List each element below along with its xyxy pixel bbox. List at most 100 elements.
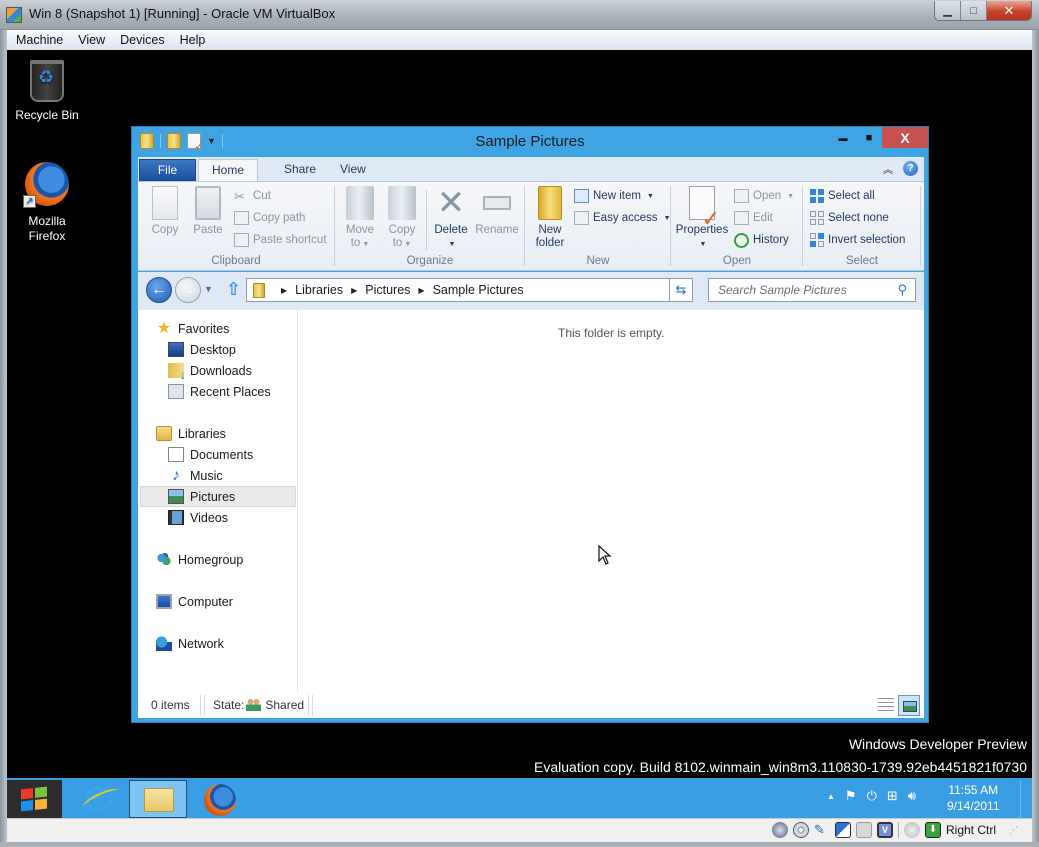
network-tray-icon[interactable]: ⊞: [887, 788, 898, 804]
edit-button[interactable]: Edit: [734, 208, 773, 228]
volume-icon[interactable]: 🔊︎: [908, 788, 916, 804]
vbox-maximize-button[interactable]: □: [961, 1, 987, 20]
nav-libraries[interactable]: Libraries: [156, 423, 226, 444]
hard-disk-icon[interactable]: [771, 822, 788, 838]
nav-music[interactable]: ♪ Music: [168, 465, 223, 486]
rename-button[interactable]: Rename: [474, 186, 520, 237]
breadcrumb-chevron-icon[interactable]: ▶: [281, 286, 287, 295]
search-icon[interactable]: ⚲: [897, 279, 907, 301]
nav-desktop[interactable]: Desktop: [168, 339, 236, 360]
new-folder-button[interactable]: New folder: [532, 186, 568, 250]
explorer-close-button[interactable]: X: [882, 127, 928, 148]
search-input[interactable]: Search Sample Pictures ⚲: [708, 278, 916, 302]
breadcrumb-chevron-icon[interactable]: ▶: [418, 286, 424, 295]
taskbar-internet-explorer[interactable]: e: [69, 780, 127, 818]
action-center-flag-icon[interactable]: ⚑: [845, 788, 857, 804]
explorer-maximize-button[interactable]: ■: [856, 127, 882, 148]
recent-locations-dropdown[interactable]: ▼: [204, 284, 213, 294]
menu-view[interactable]: View: [78, 33, 105, 47]
separator: [426, 190, 427, 250]
network-adapter-icon[interactable]: [834, 822, 851, 838]
copy-to-button[interactable]: Copy to ▼: [384, 186, 420, 251]
show-hidden-icons-button[interactable]: ▲: [827, 792, 835, 801]
help-icon[interactable]: ?: [903, 161, 918, 176]
explorer-titlebar[interactable]: ▼ Sample Pictures ▬ ■ X: [132, 127, 928, 157]
nav-favorites[interactable]: ★ Favorites: [156, 318, 230, 339]
desktop-icon-firefox[interactable]: ↗ Mozilla Firefox: [7, 162, 87, 244]
forward-button[interactable]: →: [175, 277, 201, 303]
copy-path-button[interactable]: Copy path: [234, 208, 305, 228]
select-none-button[interactable]: Select none: [810, 208, 889, 228]
mouse-integration-icon[interactable]: [903, 822, 920, 838]
menu-machine[interactable]: Machine: [16, 33, 63, 47]
nav-documents[interactable]: Documents: [168, 444, 253, 465]
nav-label: Downloads: [190, 363, 252, 378]
tab-home[interactable]: Home: [198, 159, 259, 182]
resize-grip-icon[interactable]: ⋰: [1009, 825, 1018, 836]
usb-icon[interactable]: ✎: [814, 822, 830, 838]
vbox-minimize-button[interactable]: ▁: [935, 1, 961, 20]
invert-selection-button[interactable]: Invert selection: [810, 230, 905, 250]
address-bar[interactable]: ▶ Libraries ▶ Pictures ▶ Sample Pictures…: [246, 278, 682, 302]
breadcrumb-pictures[interactable]: Pictures: [365, 283, 410, 297]
explorer-minimize-button[interactable]: ▬: [830, 127, 856, 148]
ribbon-right-controls: ︽ ?: [883, 161, 918, 176]
back-button[interactable]: ←: [146, 277, 172, 303]
shared-folders-icon[interactable]: [855, 822, 872, 838]
cut-button[interactable]: Cut: [234, 186, 271, 206]
group-label-select: Select: [846, 255, 878, 267]
windows-logo-icon: [21, 786, 47, 812]
vbox-close-button[interactable]: ✕: [987, 1, 1031, 20]
nav-pictures[interactable]: Pictures: [140, 486, 296, 507]
desktop-icon-recycle-bin[interactable]: Recycle Bin: [7, 60, 87, 123]
open-button[interactable]: Open ▼: [734, 186, 794, 206]
internet-explorer-icon: e: [85, 786, 113, 812]
tab-file[interactable]: File: [139, 159, 196, 181]
taskbar-file-explorer[interactable]: [129, 780, 187, 818]
tab-view[interactable]: View: [327, 159, 379, 181]
refresh-button[interactable]: ⇆: [669, 278, 693, 302]
properties-button[interactable]: Properties ▼: [674, 186, 730, 251]
select-all-button[interactable]: Select all: [810, 186, 875, 206]
nav-recent-places[interactable]: Recent Places: [168, 381, 271, 402]
taskbar: e ▲ ⚑ ⏻ ⊞ 🔊︎ 11:55 AM 9/14/2011: [7, 778, 1032, 818]
menu-help[interactable]: Help: [180, 33, 206, 47]
details-view-icon[interactable]: [878, 698, 894, 712]
up-button[interactable]: ⇧: [226, 279, 241, 300]
new-item-button[interactable]: New item ▼: [574, 186, 654, 206]
nav-homegroup[interactable]: Homegroup: [156, 549, 243, 570]
show-desktop-button[interactable]: [1020, 780, 1032, 818]
ribbon-group-new: New folder New item ▼ Easy access ▼ New: [526, 182, 671, 270]
paste-button[interactable]: Paste: [190, 186, 226, 237]
virtualbox-icon: [6, 7, 22, 23]
nav-computer[interactable]: Computer: [156, 591, 233, 612]
history-button[interactable]: History: [734, 230, 789, 250]
host-window-border-left: [0, 30, 7, 847]
breadcrumb-libraries[interactable]: Libraries: [295, 283, 343, 297]
power-plug-icon[interactable]: ⏻: [867, 788, 877, 804]
large-icons-view-icon[interactable]: [898, 695, 920, 716]
easy-access-button[interactable]: Easy access ▼: [574, 208, 671, 228]
copy-button[interactable]: Copy: [148, 186, 182, 237]
vbox-titlebar: Win 8 (Snapshot 1) [Running] - Oracle VM…: [0, 0, 1039, 30]
start-button[interactable]: [7, 780, 62, 818]
optical-drive-icon[interactable]: [792, 822, 809, 838]
nav-network[interactable]: Network: [156, 633, 224, 654]
cut-label: Cut: [253, 190, 271, 202]
move-to-button[interactable]: Move to ▼: [342, 186, 378, 251]
select-all-label: Select all: [828, 190, 875, 202]
breadcrumb-chevron-icon[interactable]: ▶: [351, 286, 357, 295]
nav-videos[interactable]: Videos: [168, 507, 228, 528]
paste-shortcut-icon: [234, 233, 249, 247]
separator: [200, 695, 201, 716]
menu-devices[interactable]: Devices: [120, 33, 164, 47]
nav-downloads[interactable]: Downloads: [168, 360, 252, 382]
paste-shortcut-button[interactable]: Paste shortcut: [234, 230, 327, 250]
tab-share[interactable]: Share: [271, 159, 329, 181]
breadcrumb-sample-pictures[interactable]: Sample Pictures: [433, 283, 524, 297]
minimize-ribbon-icon[interactable]: ︽: [883, 161, 893, 176]
history-icon: [734, 232, 749, 248]
delete-button[interactable]: ✕ Delete ▼: [430, 186, 472, 251]
taskbar-clock[interactable]: 11:55 AM 9/14/2011: [947, 782, 1000, 814]
taskbar-firefox[interactable]: [191, 780, 249, 818]
